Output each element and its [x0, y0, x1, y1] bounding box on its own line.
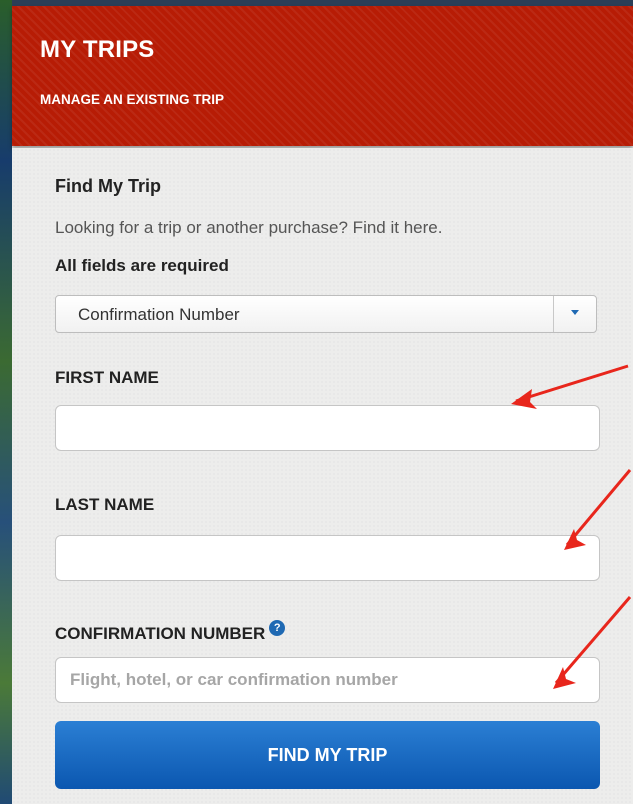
- annotation-arrows: [511, 364, 632, 689]
- red-arrow-icon: [553, 596, 632, 689]
- red-arrow-icon: [564, 469, 632, 550]
- red-arrow-icon: [511, 364, 629, 409]
